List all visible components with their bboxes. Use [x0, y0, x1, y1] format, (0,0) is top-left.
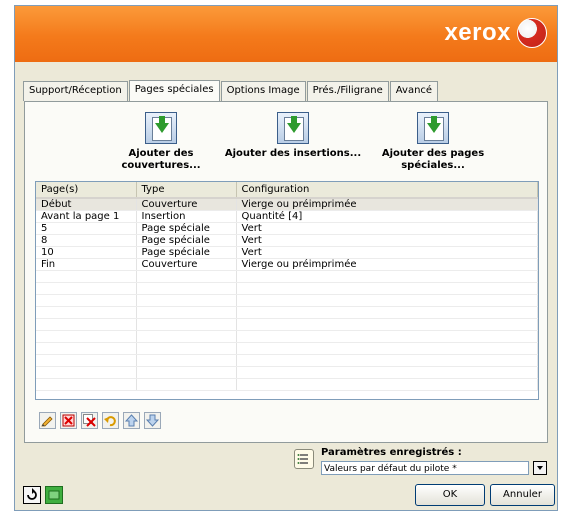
- cell-page: 5: [36, 222, 137, 235]
- tab-pres-filigrane[interactable]: Prés./Filigrane: [306, 81, 389, 101]
- empty-row: [36, 318, 538, 331]
- cell-page: Avant la page 1: [36, 210, 137, 223]
- tab-support-reception[interactable]: Support/Réception: [23, 81, 128, 101]
- saved-settings-icon: [294, 449, 314, 469]
- add-covers-icon: [145, 112, 177, 144]
- table-row[interactable]: Début Couverture Vierge ou préimprimée: [36, 198, 538, 211]
- add-inserts-label-1: Ajouter des insertions...: [224, 148, 362, 159]
- ok-button[interactable]: OK: [415, 484, 485, 506]
- xerox-sphere-icon: [517, 18, 547, 48]
- table-row[interactable]: Avant la page 1 Insertion Quantité [4]: [36, 210, 538, 223]
- table-header-row: Page(s) Type Configuration: [36, 182, 538, 199]
- move-down-icon[interactable]: [144, 412, 161, 429]
- table-row[interactable]: 5 Page spéciale Vert: [36, 222, 538, 235]
- cell-type: Couverture: [136, 198, 237, 211]
- tab-pages-speciales[interactable]: Pages spéciales: [128, 80, 220, 102]
- cell-type: Page spéciale: [136, 234, 237, 247]
- tab-strip: Support/Réception Pages spéciales Option…: [23, 80, 439, 102]
- column-header-configuration[interactable]: Configuration: [236, 182, 538, 199]
- add-special-label-1: Ajouter des pages: [381, 148, 485, 159]
- saved-settings-select[interactable]: Valeurs par défaut du pilote *: [321, 461, 529, 475]
- cell-type: Insertion: [136, 210, 237, 223]
- table-row[interactable]: 10 Page spéciale Vert: [36, 246, 538, 259]
- table-toolbar: [39, 412, 161, 429]
- add-special-pages-button[interactable]: Ajouter des pages spéciales...: [378, 112, 488, 172]
- column-header-pages[interactable]: Page(s): [36, 182, 137, 199]
- empty-row: [36, 270, 538, 283]
- cell-type: Couverture: [136, 258, 237, 271]
- status-icon[interactable]: [45, 486, 63, 504]
- empty-row: [36, 294, 538, 307]
- empty-row: [36, 330, 538, 343]
- delete-all-icon[interactable]: [81, 412, 98, 429]
- special-pages-table: Page(s) Type Configuration Début Couvert…: [35, 181, 539, 400]
- xerox-logo: xerox: [444, 18, 547, 48]
- cell-type: Page spéciale: [136, 246, 237, 259]
- cell-config: Vierge ou préimprimée: [236, 258, 538, 271]
- column-header-type[interactable]: Type: [136, 182, 237, 199]
- special-pages-panel: Ajouter des couvertures... Ajouter des i…: [24, 101, 548, 443]
- delete-icon[interactable]: [60, 412, 77, 429]
- tab-options-image[interactable]: Options Image: [220, 81, 306, 101]
- cell-page: 8: [36, 234, 137, 247]
- table-row[interactable]: 8 Page spéciale Vert: [36, 234, 538, 247]
- table-row[interactable]: Fin Couverture Vierge ou préimprimée: [36, 258, 538, 271]
- cell-config: Vert: [236, 246, 538, 259]
- empty-row: [36, 378, 538, 391]
- cell-type: Page spéciale: [136, 222, 237, 235]
- cell-page: 10: [36, 246, 137, 259]
- empty-row: [36, 354, 538, 367]
- move-up-icon[interactable]: [123, 412, 140, 429]
- print-properties-window: xerox Support/Réception Pages spéciales …: [14, 5, 558, 511]
- chevron-down-icon[interactable]: [533, 461, 547, 475]
- add-special-pages-icon: [417, 112, 449, 144]
- logo-text: xerox: [444, 19, 511, 46]
- cell-config: Vert: [236, 222, 538, 235]
- cancel-button[interactable]: Annuler: [490, 484, 555, 506]
- add-covers-label-1: Ajouter des: [128, 148, 194, 159]
- add-covers-label-2: couvertures...: [121, 160, 201, 171]
- edit-icon[interactable]: [39, 412, 56, 429]
- add-special-label-2: spéciales...: [401, 160, 465, 171]
- add-covers-button[interactable]: Ajouter des couvertures...: [121, 112, 201, 172]
- brand-header: xerox: [15, 6, 557, 62]
- cell-config: Vierge ou préimprimée: [236, 198, 538, 211]
- undo-icon[interactable]: [102, 412, 119, 429]
- empty-row: [36, 342, 538, 355]
- add-inserts-icon: [277, 112, 309, 144]
- cell-config: Quantité [4]: [236, 210, 538, 223]
- add-inserts-button[interactable]: Ajouter des insertions...: [223, 112, 363, 160]
- cell-page: Début: [36, 198, 137, 211]
- empty-row: [36, 282, 538, 295]
- empty-row: [36, 366, 538, 379]
- empty-row: [36, 306, 538, 319]
- saved-settings-label: Paramètres enregistrés :: [321, 447, 462, 458]
- cell-page: Fin: [36, 258, 137, 271]
- refresh-icon[interactable]: [23, 486, 41, 504]
- tab-avance[interactable]: Avancé: [389, 81, 439, 101]
- cell-config: Vert: [236, 234, 538, 247]
